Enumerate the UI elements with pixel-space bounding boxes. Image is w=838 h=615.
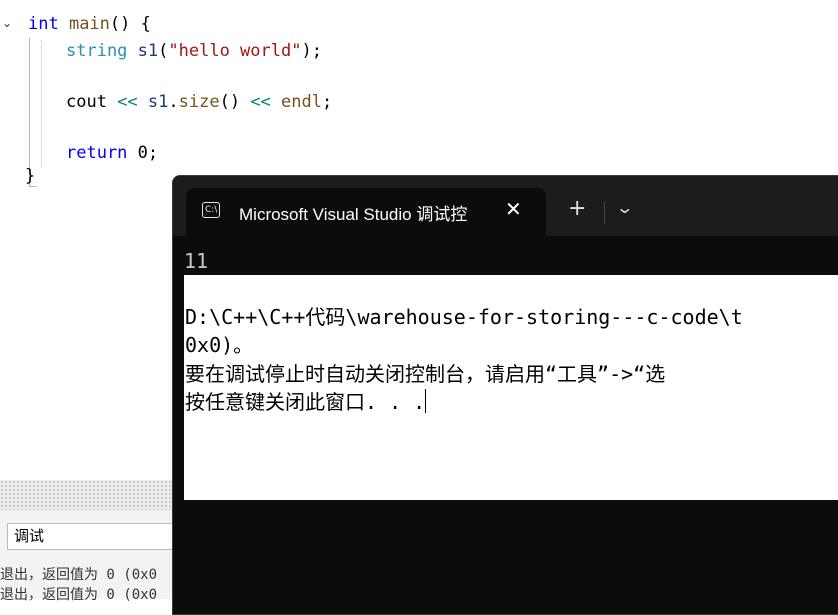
terminal-selection-area[interactable]: D:\C++\C++代码\warehouse-for-storing---c-c… [184, 275, 838, 500]
output-pane: 调试 退出，返回值为 0 (0x0 退出，返回值为 0 (0x0 [0, 480, 180, 603]
punctuation: () { [109, 14, 151, 34]
press-key-line: 按任意键关闭此窗口. . . [185, 389, 427, 414]
output-line: 退出，返回值为 0 (0x0 [0, 567, 158, 583]
terminal-tab-strip[interactable]: C:\ Microsoft Visual Studio 调试控 ✕ + ⌄ [173, 176, 838, 236]
identifier-endl: endl [281, 92, 322, 112]
tab-divider [604, 202, 605, 224]
variable-s1: s1 [127, 41, 159, 61]
auto-close-hint: 要在调试停止时自动关闭控制台，请启用“工具”->“选 [185, 362, 666, 386]
identifier-cout: cout [66, 92, 107, 112]
tab-title: Microsoft Visual Studio 调试控 [239, 205, 468, 224]
chevron-down-icon[interactable]: ⌄ [615, 198, 634, 218]
debug-console-window[interactable]: C:\ Microsoft Visual Studio 调试控 ✕ + ⌄ 11… [172, 175, 838, 615]
output-pane-header[interactable] [0, 480, 180, 510]
method-size: size [178, 92, 220, 112]
keyword-return: return [66, 143, 128, 163]
string-literal: "hello world" [168, 41, 302, 61]
exit-path-line: D:\C++\C++代码\warehouse-for-storing---c-c… [185, 305, 743, 329]
code-line-2[interactable]: string s1("hello world"); [66, 40, 322, 62]
operator: << [106, 92, 148, 112]
punctuation: ; [321, 92, 333, 112]
punctuation: () [219, 92, 241, 112]
code-line-1[interactable]: int main() { [28, 13, 151, 35]
keyword-int: int [28, 14, 59, 34]
terminal-tab[interactable]: C:\ Microsoft Visual Studio 调试控 ✕ [186, 188, 546, 236]
indent-guide [41, 40, 42, 168]
code-line-4[interactable]: cout << s1.size() << endl; [66, 91, 332, 113]
closing-brace: } [25, 166, 36, 186]
code-line-6[interactable]: return 0; [66, 142, 158, 164]
punctuation: . [168, 92, 179, 112]
code-line-7[interactable]: } [25, 165, 35, 187]
close-icon[interactable]: ✕ [505, 198, 522, 220]
program-output: 11 [184, 249, 209, 273]
punctuation: ); [301, 41, 322, 61]
return-value: 0; [127, 143, 159, 163]
function-name: main [58, 14, 110, 34]
scope-guide [29, 38, 30, 186]
new-tab-icon[interactable]: + [568, 196, 586, 222]
text-cursor [425, 389, 427, 413]
collapse-chevron-icon[interactable]: ⌄ [2, 16, 12, 30]
operator: << [240, 92, 282, 112]
output-partial-line [0, 550, 180, 556]
console-icon: C:\ [202, 202, 220, 218]
output-source-select[interactable]: 调试 [7, 523, 177, 550]
output-line: 退出，返回值为 0 (0x0 [0, 587, 158, 603]
punctuation: ( [158, 41, 169, 61]
exit-code-line: 0x0)。 [185, 333, 254, 357]
variable-s1: s1 [147, 92, 169, 112]
type-string: string [66, 41, 128, 61]
